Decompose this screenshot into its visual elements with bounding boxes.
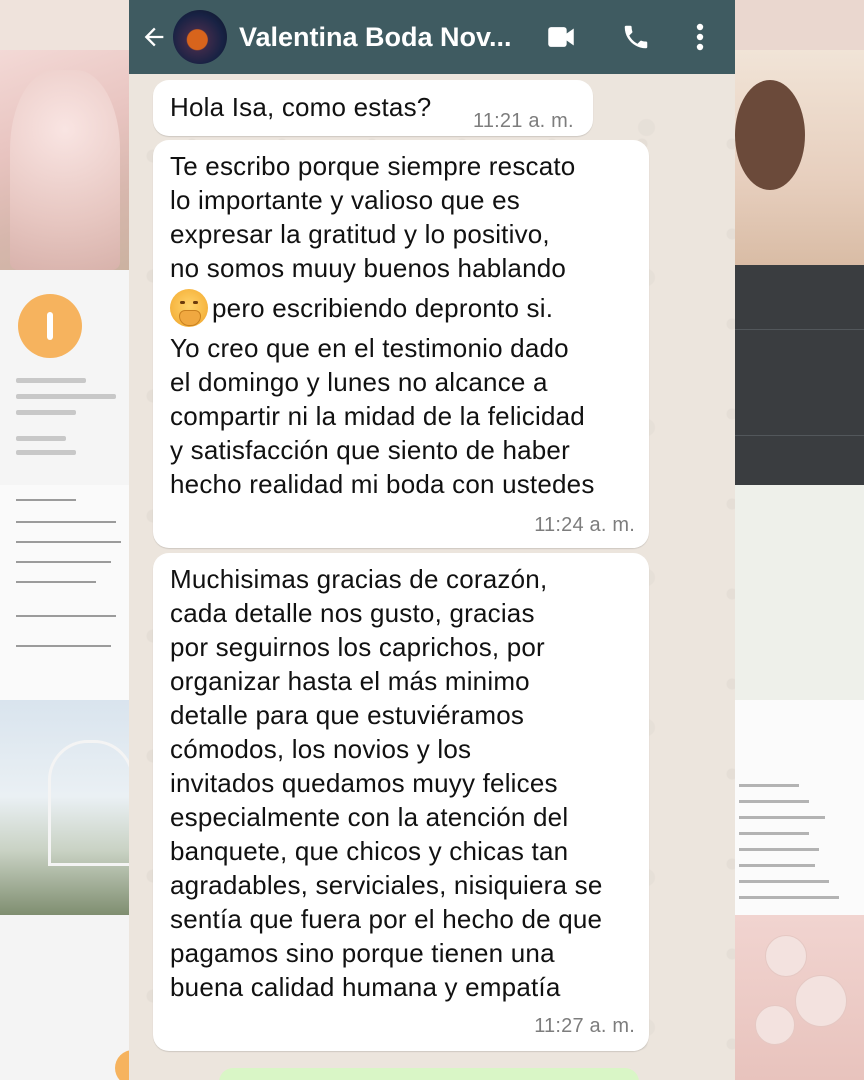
more-vert-icon[interactable] (680, 17, 720, 57)
contact-name[interactable]: Valentina Boda Nov... (239, 22, 519, 53)
video-call-icon[interactable] (541, 17, 581, 57)
hand-over-mouth-emoji-icon (170, 289, 208, 327)
collage-handwritten-note (0, 485, 130, 700)
back-arrow-icon[interactable] (137, 17, 171, 57)
collage-photo-bottom-left (0, 915, 130, 1080)
message-line: expresar la gratitud y lo positivo, (170, 219, 550, 249)
message-line: detalle para que estuviéramos (170, 700, 525, 730)
message-line: sentía que fuera por el hecho de que (170, 904, 603, 934)
message-line: cada detalle nos gusto, gracias (170, 598, 535, 628)
message-line: no somos muuy buenos hablando (170, 253, 567, 283)
message-bubble[interactable]: Hola Isa, como estas? 11:21 a. m. (153, 80, 593, 136)
collage-screenshot-transfer (0, 270, 130, 485)
collage-photo-top-left (0, 0, 130, 50)
message-line: pagamos sino porque tienen una (170, 938, 555, 968)
message-text: Hola Isa, como estas? (170, 92, 432, 122)
message-line: lo importante y valioso que es (170, 185, 520, 215)
message-line: buena calidad humana y empatía (170, 972, 561, 1002)
chat-screen: Valentina Boda Nov... Hola Isa, como est… (129, 0, 735, 1080)
collage-photo-balloons (735, 915, 864, 1080)
message-line: Muchisimas gracias de corazón, (170, 564, 548, 594)
message-text: Te escribo porque siempre rescato lo imp… (170, 149, 644, 501)
outgoing-message-bubble-peek (219, 1068, 639, 1080)
collage-screenshot-chat (735, 700, 864, 915)
collage-photo-bride (735, 50, 864, 265)
message-line: organizar hasta el más minimo (170, 666, 530, 696)
message-line: y satisfacción que siento de haber (170, 435, 570, 465)
collage-photo-top-right (735, 0, 864, 50)
message-line: por seguirnos los caprichos, por (170, 632, 545, 662)
message-line: compartir ni la midad de la felicidad (170, 401, 585, 431)
collage-photo-gazebo (0, 700, 130, 915)
phone-call-icon[interactable] (616, 17, 656, 57)
message-line: hecho realidad mi boda con ustedes (170, 469, 595, 499)
chat-header: Valentina Boda Nov... (129, 0, 735, 74)
message-line: invitados quedamos muyy felices (170, 768, 558, 798)
message-bubble[interactable]: Te escribo porque siempre rescato lo imp… (153, 140, 649, 548)
message-line: especialmente con la atención del (170, 802, 569, 832)
collage-photo-dress (0, 50, 130, 270)
message-line: el domingo y lunes no alcance a (170, 367, 548, 397)
collage-photo-receipt (735, 485, 864, 700)
message-line: Te escribo porque siempre rescato (170, 151, 576, 181)
message-line-with-emoji: pero escribiendo depronto si. (170, 285, 644, 331)
message-line: pero escribiendo depronto si. (212, 293, 554, 323)
message-bubble[interactable]: Muchisimas gracias de corazón, cada deta… (153, 553, 649, 1051)
message-line: banquete, que chicos y chicas tan (170, 836, 569, 866)
message-time: 11:24 a. m. (534, 514, 635, 536)
message-line: cómodos, los novios y los (170, 734, 472, 764)
message-line: Yo creo que en el testimonio dado (170, 333, 569, 363)
message-time: 11:21 a. m. (473, 110, 574, 132)
message-line: agradables, serviciales, nisiquiera se (170, 870, 603, 900)
contact-avatar[interactable] (173, 10, 227, 64)
collage-screenshot-dark (735, 265, 864, 485)
message-time: 11:27 a. m. (534, 1015, 635, 1037)
message-text: Muchisimas gracias de corazón, cada deta… (170, 562, 644, 1004)
